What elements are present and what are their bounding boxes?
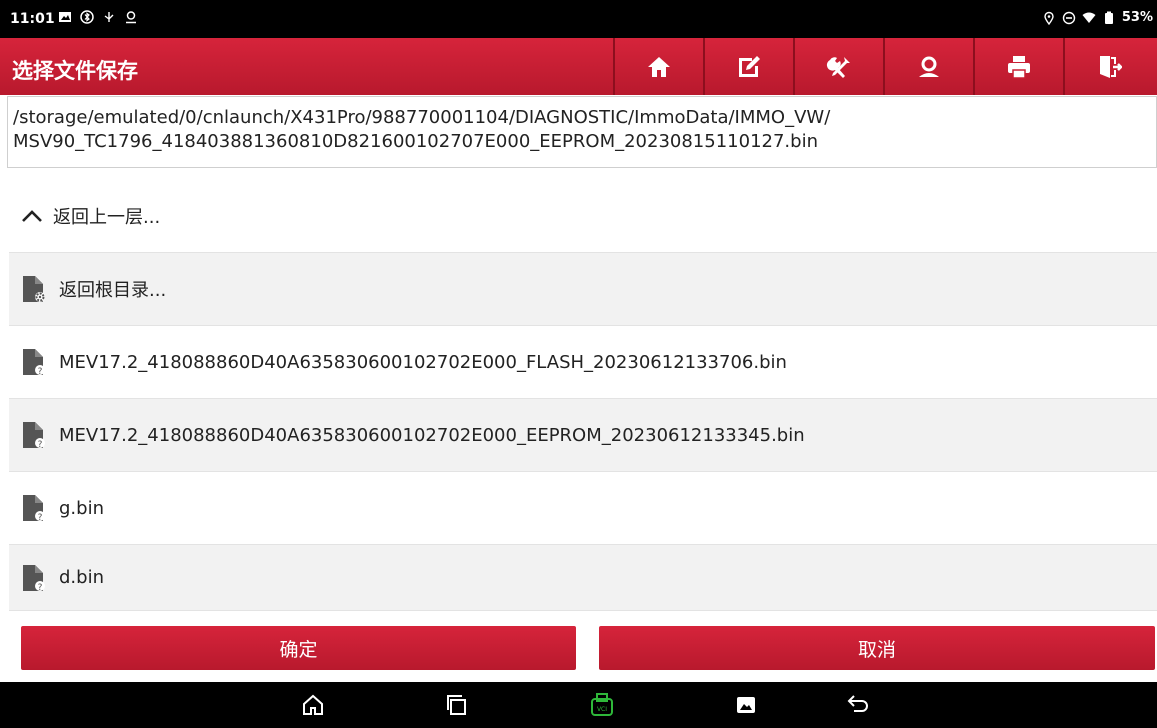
- image-notification-icon: [59, 12, 71, 22]
- battery-icon: [1104, 11, 1113, 24]
- file-name: d.bin: [59, 567, 104, 588]
- file-name: g.bin: [59, 497, 104, 519]
- unknown-file-icon: ?: [23, 564, 45, 593]
- toolbar: [613, 38, 1153, 95]
- edit-note-icon: [739, 55, 760, 77]
- unknown-file-icon: ?: [23, 495, 45, 523]
- file-list: 返回上一层... 返回根目录... ? MEV17.2_418088860D40…: [9, 180, 1157, 611]
- list-item[interactable]: ? g.bin: [9, 472, 1157, 545]
- bluetooth-icon: [80, 10, 94, 24]
- svg-text:?: ?: [38, 367, 43, 377]
- location-icon: [126, 11, 136, 24]
- tools-button[interactable]: [793, 38, 883, 95]
- cancel-button[interactable]: 取消: [599, 626, 1155, 670]
- unknown-file-icon: ?: [23, 422, 45, 450]
- list-item[interactable]: ? MEV17.2_418088860D40A635830600102702E0…: [9, 326, 1157, 399]
- home-icon: [648, 56, 670, 77]
- go-up-label: 返回上一层...: [53, 207, 161, 228]
- tools-icon: [826, 56, 850, 78]
- status-bar: 11:01 53%: [0, 0, 1157, 38]
- screenshot-icon[interactable]: [734, 693, 758, 717]
- recent-apps-icon[interactable]: [445, 693, 469, 717]
- wifi-icon: [1082, 12, 1096, 23]
- battery-level: 53%: [1121, 10, 1153, 25]
- file-name: MEV17.2_418088860D40A635830600102702E000…: [59, 351, 787, 373]
- print-icon: [1008, 55, 1030, 79]
- file-path-line-1: /storage/emulated/0/cnlaunch/X431Pro/988…: [13, 107, 831, 128]
- usb-icon: [104, 12, 114, 22]
- exit-icon: [1100, 55, 1122, 78]
- location-pin-icon: [1044, 11, 1054, 25]
- folder-settings-icon: [23, 276, 45, 302]
- support-icon: [919, 56, 939, 77]
- back-icon[interactable]: [846, 693, 870, 717]
- go-root-label: 返回根目录...: [59, 280, 167, 301]
- svg-text:?: ?: [38, 583, 43, 593]
- title-bar: 选择文件保存: [0, 38, 1157, 95]
- dnd-icon: [1062, 11, 1076, 24]
- navigation-bar: VCI: [0, 682, 1157, 728]
- home-icon[interactable]: [301, 693, 325, 717]
- page-title: 选择文件保存: [12, 59, 138, 83]
- list-item-go-up[interactable]: 返回上一层...: [9, 180, 1157, 253]
- chevron-up-icon: [22, 210, 42, 222]
- svg-text:VCI: VCI: [597, 706, 607, 713]
- vci-icon[interactable]: VCI: [590, 693, 614, 717]
- print-button[interactable]: [973, 38, 1063, 95]
- svg-text:?: ?: [38, 440, 43, 450]
- home-button[interactable]: [613, 38, 703, 95]
- support-button[interactable]: [883, 38, 973, 95]
- unknown-file-icon: ?: [23, 349, 45, 377]
- svg-text:?: ?: [38, 513, 43, 523]
- file-name: MEV17.2_418088860D40A635830600102702E000…: [59, 424, 805, 446]
- list-item[interactable]: ? MEV17.2_418088860D40A635830600102702E0…: [9, 399, 1157, 472]
- list-item[interactable]: ? d.bin: [9, 545, 1157, 611]
- confirm-button[interactable]: 确定: [21, 626, 576, 670]
- file-path-field[interactable]: /storage/emulated/0/cnlaunch/X431Pro/988…: [7, 96, 1157, 168]
- status-time: 11:01: [10, 11, 55, 27]
- list-item-go-root[interactable]: 返回根目录...: [9, 253, 1157, 326]
- file-path-line-2: MSV90_TC1796_418403881360810D82160010270…: [13, 131, 818, 152]
- edit-button[interactable]: [703, 38, 793, 95]
- exit-button[interactable]: [1063, 38, 1153, 95]
